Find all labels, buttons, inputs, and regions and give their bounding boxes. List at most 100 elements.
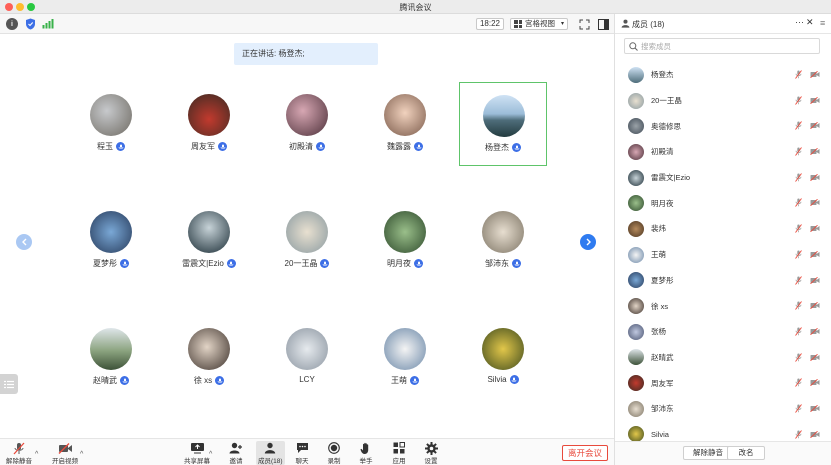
participant-tile[interactable]: 雷震文|Ezio (165, 199, 253, 283)
previous-page-button[interactable] (16, 234, 32, 250)
mic-muted-icon[interactable] (795, 378, 802, 389)
camera-off-icon[interactable] (810, 224, 820, 234)
member-list-item[interactable]: 明月夜 (615, 190, 831, 216)
more-options-icon[interactable]: ··· (795, 17, 804, 27)
camera-off-icon[interactable] (810, 122, 820, 131)
hamburger-menu-icon[interactable]: ≡ (820, 18, 825, 28)
camera-off-icon[interactable] (810, 302, 820, 311)
start-video-button[interactable]: 开启视频 (52, 441, 78, 465)
member-list-item[interactable]: 初殿清 (615, 139, 831, 165)
participant-name-label: 夏梦彤 (67, 258, 155, 269)
camera-off-icon[interactable] (810, 404, 820, 414)
camera-off-icon[interactable] (810, 379, 820, 388)
camera-off-icon[interactable] (810, 147, 820, 157)
member-search-box[interactable] (624, 38, 820, 54)
member-list-item[interactable]: 奥德修思 (615, 113, 831, 139)
leave-meeting-button[interactable]: 离开会议 (562, 445, 608, 461)
member-list-item[interactable]: 邹沛东 (615, 396, 831, 422)
mic-muted-icon[interactable] (795, 198, 802, 209)
participant-tile[interactable]: 魏露露 (361, 82, 449, 166)
invite-button[interactable]: 邀请 (228, 441, 244, 465)
members-button[interactable]: 成员(18) (256, 441, 285, 465)
participant-tile[interactable]: 20一王晶 (263, 199, 351, 283)
camera-off-icon[interactable] (810, 173, 820, 183)
camera-off-icon[interactable] (810, 70, 820, 80)
avatar (286, 94, 328, 136)
share-options-chevron-icon[interactable]: ^ (209, 451, 212, 458)
mic-muted-icon[interactable] (795, 275, 802, 287)
raise-hand-button[interactable]: 举手 (358, 441, 374, 465)
view-mode-dropdown[interactable]: 宫格视图 ▾ (510, 18, 568, 30)
camera-off-icon[interactable] (810, 276, 820, 286)
mic-icon (320, 259, 330, 268)
share-screen-button[interactable]: 共享屏幕 (184, 441, 210, 465)
camera-off-icon[interactable] (810, 199, 820, 208)
mic-icon (414, 142, 423, 151)
participant-tile[interactable]: 初殿清 (263, 82, 351, 166)
member-list-item[interactable]: 雷震文|Ezio (615, 165, 831, 191)
info-icon[interactable]: i (6, 18, 18, 30)
camera-off-icon[interactable] (810, 430, 820, 440)
mic-muted-icon[interactable] (795, 352, 802, 364)
mic-muted-icon[interactable] (795, 250, 802, 261)
next-page-button[interactable] (580, 234, 596, 250)
member-list-item[interactable]: 徐 xs (615, 293, 831, 319)
apps-button[interactable]: 应用 (391, 441, 407, 465)
mic-muted-icon[interactable] (795, 301, 802, 312)
chat-drawer-toggle[interactable] (0, 374, 18, 394)
avatar (188, 328, 230, 370)
camera-off-icon[interactable] (810, 96, 820, 106)
settings-button[interactable]: 设置 (423, 441, 439, 465)
chat-button[interactable]: 聊天 (294, 441, 310, 465)
participant-tile[interactable]: 杨登杰 (459, 82, 547, 166)
record-button[interactable]: 录制 (326, 441, 342, 465)
member-list-item[interactable]: 张杨 (615, 319, 831, 345)
raise-hand-label: 举手 (359, 458, 373, 465)
participant-tile[interactable]: 王萌 (361, 316, 449, 400)
mic-muted-icon[interactable] (795, 429, 802, 441)
camera-off-icon[interactable] (810, 327, 820, 337)
mic-muted-icon[interactable] (795, 70, 802, 81)
member-list-item[interactable]: 周友军 (615, 370, 831, 396)
member-list-item[interactable]: 杨登杰 (615, 62, 831, 88)
participant-tile[interactable]: 程玉 (67, 82, 155, 166)
participant-tile[interactable]: 赵晴武 (67, 316, 155, 400)
member-list-item[interactable]: 裴炜 (615, 216, 831, 242)
camera-off-icon[interactable] (810, 353, 820, 363)
participant-tile[interactable]: 徐 xs (165, 316, 253, 400)
participant-name-label: LCY (263, 375, 351, 384)
mic-muted-icon[interactable] (795, 224, 802, 235)
member-list-item[interactable]: 赵晴武 (615, 345, 831, 371)
mic-muted-icon[interactable] (795, 172, 802, 184)
shield-icon[interactable] (24, 18, 36, 30)
participant-tile[interactable]: LCY (263, 316, 351, 400)
close-icon[interactable]: ✕ (806, 17, 814, 28)
participant-tile[interactable]: 邹沛东 (459, 199, 547, 283)
member-search-input[interactable] (641, 40, 811, 52)
fullscreen-icon[interactable] (578, 18, 590, 30)
rename-button[interactable]: 改名 (727, 446, 765, 460)
signal-icon[interactable] (42, 18, 54, 30)
mic-muted-icon[interactable] (795, 121, 802, 132)
participant-tile[interactable]: 明月夜 (361, 199, 449, 283)
participant-tile[interactable]: 周友军 (165, 82, 253, 166)
participant-name: 周友军 (191, 142, 215, 151)
member-name: 20一王晶 (651, 96, 682, 106)
member-list-item[interactable]: 夏梦彤 (615, 268, 831, 294)
unmute-all-button[interactable]: 解除静音 (683, 446, 733, 460)
participant-tile[interactable]: Silvia (459, 316, 547, 400)
unmute-button[interactable]: 解除静音 (6, 441, 32, 465)
participant-tile[interactable]: 夏梦彤 (67, 199, 155, 283)
mic-muted-icon[interactable] (795, 327, 802, 338)
video-options-chevron-icon[interactable]: ^ (80, 451, 83, 458)
avatar (188, 211, 230, 253)
member-list-item[interactable]: 王萌 (615, 242, 831, 268)
member-list-item[interactable]: 20一王晶 (615, 88, 831, 114)
camera-off-icon[interactable] (810, 250, 820, 260)
side-panel-toggle-icon[interactable] (597, 18, 609, 30)
audio-options-chevron-icon[interactable]: ^ (35, 451, 38, 458)
mic-muted-icon[interactable] (795, 147, 802, 158)
mic-muted-icon[interactable] (795, 95, 802, 107)
avatar (483, 95, 525, 137)
mic-muted-icon[interactable] (795, 404, 802, 415)
